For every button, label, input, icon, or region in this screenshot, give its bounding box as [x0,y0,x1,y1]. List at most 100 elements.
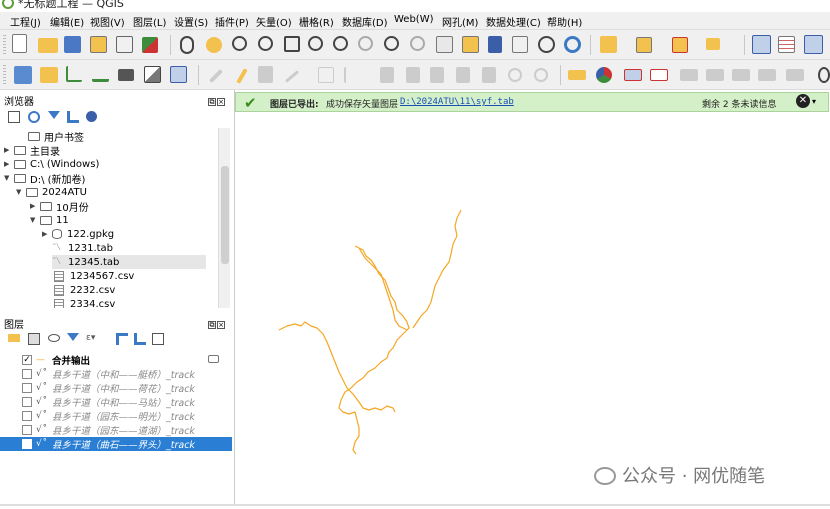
deselect-icon[interactable] [672,37,688,53]
attribute-table-icon[interactable] [778,36,795,53]
paste-features-icon[interactable] [482,67,496,83]
new-project-icon[interactable] [12,34,27,53]
rotate-label-icon[interactable] [732,69,750,81]
filter-legend-icon[interactable] [67,333,79,341]
map-canvas[interactable] [234,90,830,506]
scrollbar-thumb[interactable] [221,166,229,264]
tree-item-1234567-csv[interactable]: 1234567.csv [54,269,134,283]
browser-scrollbar[interactable] [218,128,230,308]
label-toolbar-icon[interactable] [568,70,586,80]
change-label-icon[interactable] [758,69,776,81]
copy-features-icon[interactable] [456,67,470,83]
style-manager-icon[interactable] [142,37,158,53]
tree-item-2232-csv[interactable]: 2232.csv [54,283,115,297]
data-source-manager-icon[interactable] [14,66,32,84]
zoom-next-icon[interactable] [410,36,425,51]
menu-web[interactable]: Web(W) [394,14,434,25]
label-properties-icon[interactable] [786,69,804,81]
zoom-to-selection-icon[interactable] [308,36,323,51]
tree-item-122-gpkg[interactable]: ▶ 122.gpkg [42,227,114,241]
add-selected-layers-icon[interactable] [8,111,20,123]
select-by-attribute-icon[interactable] [636,37,652,53]
layer-checkbox[interactable] [22,411,32,421]
zoom-out-icon[interactable] [258,36,273,51]
settings-gear-icon[interactable] [804,35,823,54]
toolbar-handle[interactable] [3,65,6,85]
tree-item-2024atu[interactable]: ▼ 2024ATU [16,185,87,199]
save-edits-icon[interactable] [258,66,273,83]
refresh-icon[interactable] [564,36,581,53]
temporal-controller-icon[interactable] [538,36,555,53]
toolbar-handle[interactable] [3,35,6,55]
save-project-icon[interactable] [64,36,81,53]
zoom-to-layer-icon[interactable] [333,36,348,51]
zoom-full-icon[interactable] [284,36,300,52]
layer-checkbox[interactable] [22,397,32,407]
select-features-icon[interactable] [600,36,617,53]
expand-arrow-icon[interactable]: ▶ [42,230,52,238]
pan-map-icon[interactable] [180,36,194,54]
manage-visibility-icon[interactable] [48,334,60,342]
menu-mesh[interactable]: 网孔(M) [442,14,478,29]
save-as-icon[interactable] [90,36,107,53]
menu-project[interactable]: 工程(J) [10,14,41,29]
delete-selected-icon[interactable] [406,67,420,83]
new-3d-view-icon[interactable] [462,36,479,53]
filter-icon[interactable] [48,111,60,119]
collapse-arrow-icon[interactable]: ▼ [16,188,26,196]
expand-arrow-icon[interactable]: ▶ [4,146,14,154]
zoom-in-icon[interactable] [232,36,247,51]
tree-item-october[interactable]: ▶ 10月份 [30,199,89,214]
menu-edit[interactable]: 编辑(E) [50,14,84,29]
show-bookmarks-icon[interactable] [512,36,528,53]
collapse-all-icon[interactable] [67,111,79,123]
globe-icon[interactable] [818,67,830,83]
layer-row[interactable]: √˚ 县乡干道（中和——荷花）_track [0,381,232,395]
tree-item-drive-c[interactable]: ▶ C:\ (Windows) [4,157,99,171]
layer-indicator-icon[interactable] [208,355,219,363]
menu-layer[interactable]: 图层(L) [133,14,166,29]
modify-attributes-icon[interactable] [380,67,394,83]
menu-view[interactable]: 视图(V) [90,14,125,29]
add-delimited-text-icon[interactable] [92,66,109,82]
add-group-icon[interactable] [28,333,40,345]
exported-file-link[interactable]: D:\2024ATU\11\syf.tab [400,97,514,107]
collapse-arrow-icon[interactable]: ▼ [4,174,14,182]
info-icon[interactable] [86,111,97,122]
menu-processing[interactable]: 数据处理(C) [486,14,541,29]
current-edits-icon[interactable] [208,68,224,84]
layer-row[interactable]: √˚ 县乡干道（园东——道湖）_track [0,423,232,437]
collapse-all-icon[interactable] [134,333,146,345]
tree-item-2334-csv[interactable]: 2334.csv [54,297,115,308]
move-label-icon[interactable] [706,69,724,81]
add-raster-layer-icon[interactable] [144,66,161,83]
layer-row[interactable]: √˚ 县乡干道（园东——明光）_track [0,409,232,423]
layer-checkbox[interactable]: ✓ [22,355,32,365]
collapse-arrow-icon[interactable]: ▼ [30,216,40,224]
new-shapefile-icon[interactable] [66,66,82,82]
tree-item-12345-tab[interactable]: 〽 12345.tab [52,255,206,269]
open-layer-styling-icon[interactable] [8,334,20,342]
track-line[interactable] [278,321,396,413]
expand-arrow-icon[interactable]: ▶ [30,202,40,210]
new-map-view-icon[interactable] [436,36,453,53]
expand-all-icon[interactable] [116,333,128,345]
pin-labels-icon[interactable] [650,69,668,81]
layer-checkbox[interactable] [22,425,32,435]
digitize-shape-icon[interactable] [318,67,334,83]
track-line[interactable] [338,245,410,455]
bookmark-icon[interactable] [488,36,502,53]
tree-item-bookmarks[interactable]: 用户书签 [18,129,84,144]
add-line-feature-icon[interactable] [284,70,300,83]
open-project-icon[interactable] [38,38,58,53]
zoom-native-icon[interactable] [358,36,373,51]
refresh-icon[interactable] [28,111,40,123]
layer-checkbox[interactable] [22,439,32,449]
select-by-location-icon[interactable] [706,38,720,50]
print-layout-icon[interactable] [116,36,133,53]
identify-features-icon[interactable] [752,35,771,54]
track-line[interactable] [358,247,408,331]
expression-filter-icon[interactable]: ε▾ [86,333,98,345]
layer-row[interactable]: √˚ 县乡干道（中和——艇桥）_track [0,367,232,381]
add-vector-layer-icon[interactable] [40,67,58,83]
